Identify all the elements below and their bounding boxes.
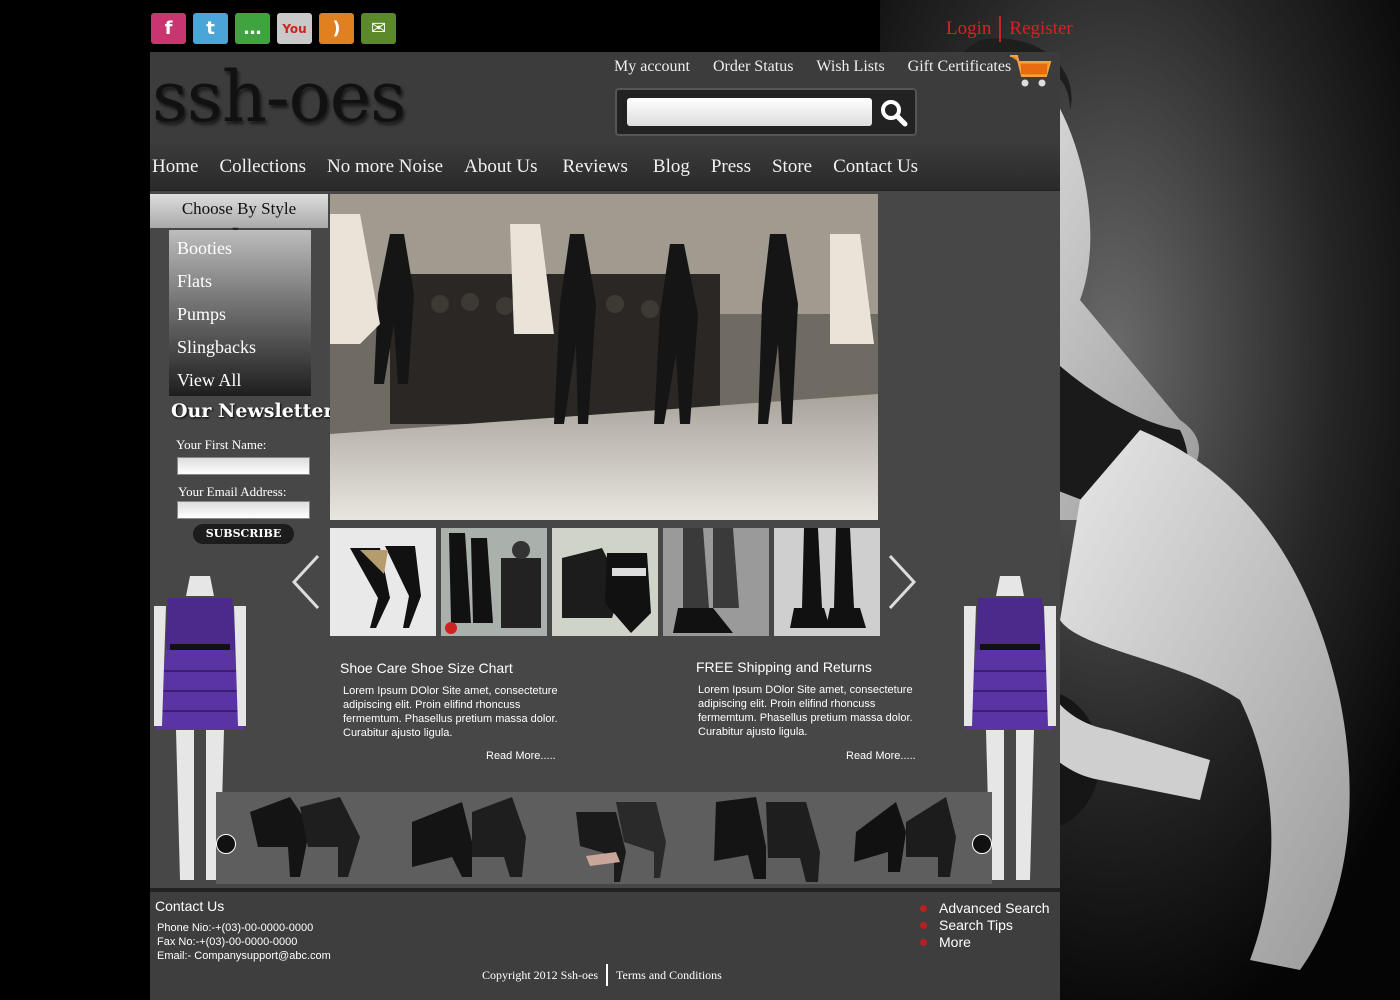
register-link[interactable]: Register: [1009, 18, 1072, 40]
search-bar: [615, 88, 917, 136]
thumbnail-image[interactable]: [552, 528, 658, 636]
thumbnail-strip: [330, 528, 880, 636]
twitter-icon[interactable]: t: [193, 13, 228, 44]
style-pumps[interactable]: Pumps: [169, 296, 311, 329]
wish-lists-link[interactable]: Wish Lists: [816, 58, 884, 76]
youtube-icon[interactable]: You: [277, 13, 312, 44]
chat-icon[interactable]: …: [235, 13, 270, 44]
carousel-prev-icon[interactable]: [216, 834, 236, 854]
article-body: Lorem Ipsum DOlor Site amet, consectetur…: [343, 685, 558, 739]
shopping-cart-icon[interactable]: [1008, 52, 1052, 90]
bullet-icon: [920, 938, 927, 946]
nav-no-more-noise[interactable]: No more Noise: [327, 156, 443, 178]
style-list: Booties Flats Pumps Slingbacks View All: [169, 230, 311, 396]
bullet-icon: [920, 921, 927, 929]
nav-reviews[interactable]: Reviews: [562, 156, 627, 178]
social-icons: f t … You ) ✉: [151, 13, 396, 44]
choose-by-style-heading: Choose By Style ▼: [150, 194, 328, 237]
nav-about-us[interactable]: About Us: [464, 156, 537, 178]
header: ssh-oes My account Order Status Wish Lis…: [150, 52, 1060, 143]
shoe-image[interactable]: [402, 792, 532, 884]
nav-home[interactable]: Home: [152, 156, 198, 178]
search-tips-label: Search Tips: [939, 917, 1013, 933]
nav-press[interactable]: Press: [711, 156, 751, 178]
shoe-image[interactable]: [566, 792, 696, 884]
shoe-image[interactable]: [706, 792, 836, 884]
email-field[interactable]: [177, 501, 310, 519]
read-more-link[interactable]: Read More.....: [846, 750, 916, 762]
auth-links: Login Register: [946, 16, 1073, 42]
copyright-text: Copyright 2012 Ssh-oes: [482, 967, 599, 982]
read-more-link[interactable]: Read More.....: [486, 750, 556, 762]
first-name-field[interactable]: [177, 457, 310, 475]
facebook-icon[interactable]: f: [151, 13, 186, 44]
main-panel: ssh-oes My account Order Status Wish Lis…: [150, 52, 1060, 1000]
nav-store[interactable]: Store: [772, 156, 812, 178]
order-status-link[interactable]: Order Status: [713, 58, 793, 76]
bullet-icon: [920, 904, 927, 912]
more-link[interactable]: More: [920, 934, 971, 950]
thumbnail-image[interactable]: [330, 528, 436, 636]
article-body: Lorem Ipsum DOlor Site amet, consectetur…: [698, 684, 913, 738]
style-slingbacks[interactable]: Slingbacks: [169, 329, 311, 362]
copyright-divider: [606, 964, 609, 986]
gift-certificates-link[interactable]: Gift Certificates: [908, 58, 1012, 76]
chevron-left-icon[interactable]: [290, 552, 322, 612]
style-view-all[interactable]: View All: [169, 362, 311, 395]
site-logo[interactable]: ssh-oes: [152, 56, 406, 138]
advanced-search-link[interactable]: Advanced Search: [920, 900, 1050, 916]
more-label: More: [939, 934, 971, 950]
thumbnail-image[interactable]: [441, 528, 547, 636]
auth-divider: [999, 16, 1002, 42]
nav-blog[interactable]: Blog: [653, 156, 690, 178]
shoe-image[interactable]: [846, 792, 976, 884]
chevron-right-icon[interactable]: [886, 552, 918, 612]
footer-phone: Phone Nio:-+(03)-00-0000-0000: [157, 922, 314, 934]
thumbnail-image[interactable]: [663, 528, 769, 636]
email-label: Your Email Address:: [178, 484, 287, 499]
account-links: My account Order Status Wish Lists Gift …: [614, 58, 1011, 76]
login-link[interactable]: Login: [946, 18, 991, 40]
footer-fax: Fax No:-+(03)-00-0000-0000: [157, 936, 298, 948]
terms-link[interactable]: Terms and Conditions: [616, 968, 722, 983]
style-booties[interactable]: Booties: [169, 230, 311, 263]
nav-collections[interactable]: Collections: [219, 156, 306, 178]
rss-icon[interactable]: ): [319, 13, 354, 44]
shoe-carousel: [216, 792, 992, 884]
footer-email[interactable]: Email:- Companysupport@abc.com: [157, 950, 331, 962]
main-nav: Home Collections No more Noise About Us …: [150, 143, 1060, 191]
carousel-next-icon[interactable]: [972, 834, 992, 854]
footer: Contact Us Phone Nio:-+(03)-00-0000-0000…: [150, 888, 1060, 1000]
runway-hero-image[interactable]: [330, 194, 878, 520]
search-icon[interactable]: [877, 96, 911, 130]
article-title[interactable]: Shoe Care Shoe Size Chart: [340, 660, 513, 676]
shoe-image[interactable]: [240, 792, 370, 884]
nav-contact-us[interactable]: Contact Us: [833, 156, 918, 178]
search-input[interactable]: [627, 98, 872, 126]
footer-contact-title: Contact Us: [155, 898, 225, 914]
article-title[interactable]: FREE Shipping and Returns: [696, 659, 872, 675]
first-name-label: Your First Name:: [176, 437, 267, 452]
thumbnail-image[interactable]: [774, 528, 880, 636]
my-account-link[interactable]: My account: [614, 58, 690, 76]
newsletter-title: Our Newsletter: [171, 400, 334, 422]
style-flats[interactable]: Flats: [169, 263, 311, 296]
subscribe-button[interactable]: SUBSCRIBE: [193, 524, 294, 544]
advanced-search-label: Advanced Search: [939, 900, 1050, 916]
mail-icon[interactable]: ✉: [361, 13, 396, 44]
search-tips-link[interactable]: Search Tips: [920, 917, 1013, 933]
copyright-row: Copyright 2012 Ssh-oes Terms and Conditi…: [482, 964, 722, 986]
